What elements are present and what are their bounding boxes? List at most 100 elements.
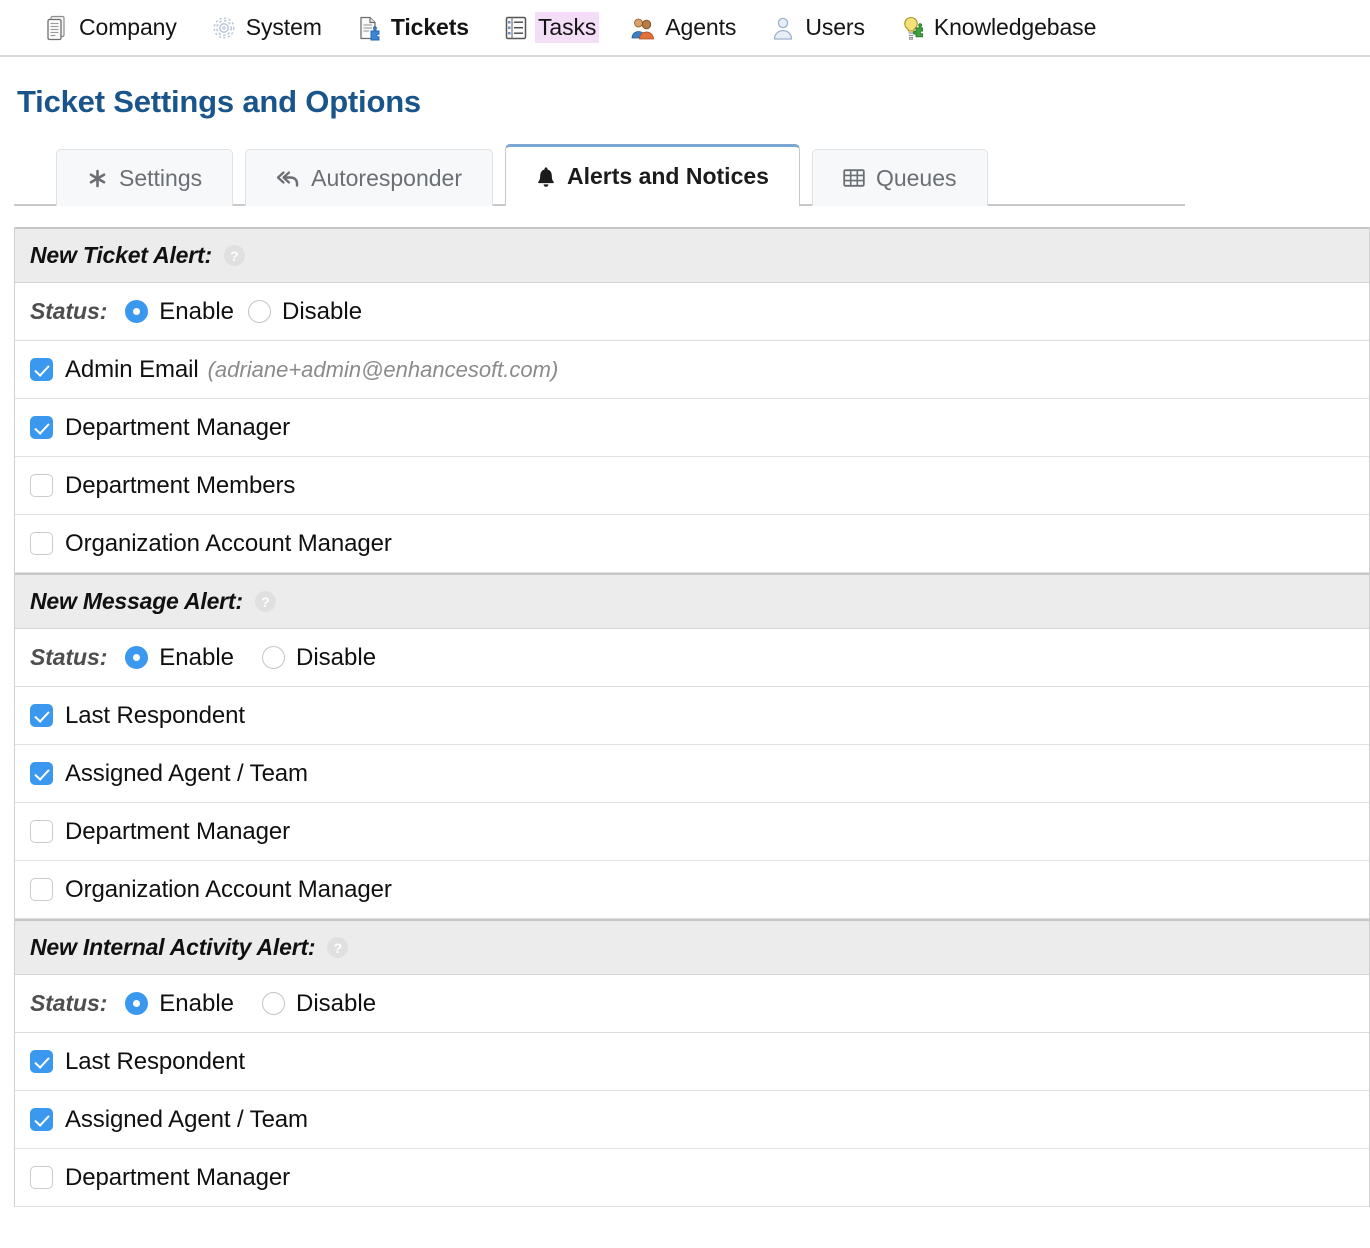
radio-option-disable[interactable]: Disable	[262, 990, 376, 1018]
status-radio-group: Enable Disable	[125, 990, 376, 1018]
nav-item-label: Tickets	[391, 14, 469, 41]
tab-label: Queues	[876, 165, 957, 192]
bell-icon	[536, 166, 556, 188]
checkbox-sublabel: (adriane+admin@enhancesoft.com)	[208, 357, 559, 383]
checkbox-row[interactable]: Department Members	[15, 457, 1369, 515]
radio-button[interactable]	[262, 992, 285, 1015]
section-header: New Ticket Alert:?	[15, 227, 1369, 283]
checkbox-organization-account-manager[interactable]	[30, 878, 53, 901]
tab-label: Alerts and Notices	[567, 163, 769, 190]
grid-table-icon	[843, 168, 865, 188]
section-header: New Message Alert:?	[15, 573, 1369, 629]
checkbox-department-members[interactable]	[30, 474, 53, 497]
checkbox-row[interactable]: Assigned Agent / Team	[15, 745, 1369, 803]
checkbox-department-manager[interactable]	[30, 1166, 53, 1189]
help-icon[interactable]: ?	[255, 591, 276, 612]
nav-item-tickets[interactable]: Tickets	[356, 14, 469, 41]
checkbox-label: Organization Account Manager	[65, 530, 392, 558]
nav-item-label: Agents	[665, 14, 736, 41]
radio-option-label: Disable	[296, 644, 376, 672]
radio-option-label: Enable	[159, 298, 234, 326]
checkbox-department-manager[interactable]	[30, 820, 53, 843]
status-row: Status: Enable Disable	[15, 629, 1369, 687]
nav-item-system[interactable]: System	[211, 14, 322, 41]
radio-option-enable[interactable]: Enable	[125, 644, 234, 672]
radio-button[interactable]	[125, 300, 148, 323]
ticket-page-icon	[356, 15, 382, 41]
checkbox-assigned-agent-team[interactable]	[30, 1108, 53, 1131]
user-silhouette-icon	[770, 15, 796, 41]
asterisk-icon	[87, 168, 108, 189]
checkbox-label: Department Manager	[65, 818, 290, 846]
status-label: Status:	[30, 990, 107, 1017]
checkbox-admin-email[interactable]	[30, 358, 53, 381]
checkbox-row[interactable]: Department Manager	[15, 1149, 1369, 1207]
checkbox-organization-account-manager[interactable]	[30, 532, 53, 555]
checkbox-last-respondent[interactable]	[30, 1050, 53, 1073]
checkbox-row[interactable]: Department Manager	[15, 803, 1369, 861]
nav-item-company[interactable]: Company	[44, 14, 177, 41]
section-title: New Internal Activity Alert:	[30, 934, 315, 961]
checkbox-row[interactable]: Last Respondent	[15, 1033, 1369, 1091]
tab-queues[interactable]: Queues	[812, 149, 988, 206]
agents-people-icon	[630, 15, 656, 41]
checkbox-label: Assigned Agent / Team	[65, 1106, 308, 1134]
checkbox-department-manager[interactable]	[30, 416, 53, 439]
checkbox-assigned-agent-team[interactable]	[30, 762, 53, 785]
reply-all-arrow-icon	[276, 168, 300, 188]
tab-settings[interactable]: Settings	[56, 149, 233, 206]
radio-button[interactable]	[262, 646, 285, 669]
checkbox-row[interactable]: Department Manager	[15, 399, 1369, 457]
checkbox-label: Admin Email	[65, 356, 199, 384]
checkbox-last-respondent[interactable]	[30, 704, 53, 727]
checkbox-label: Last Respondent	[65, 1048, 245, 1076]
section-header: New Internal Activity Alert:?	[15, 919, 1369, 975]
documents-icon	[44, 15, 70, 41]
status-label: Status:	[30, 644, 107, 671]
gear-icon	[211, 15, 237, 41]
tab-autoresponder[interactable]: Autoresponder	[245, 149, 493, 206]
nav-item-label: Tasks	[535, 12, 599, 43]
radio-option-label: Disable	[296, 990, 376, 1018]
status-row: Status: Enable Disable	[15, 283, 1369, 341]
checkbox-label: Department Manager	[65, 1164, 290, 1192]
nav-item-agents[interactable]: Agents	[630, 14, 736, 41]
radio-option-enable[interactable]: Enable	[125, 990, 234, 1018]
tab-alerts-and-notices[interactable]: Alerts and Notices	[505, 144, 800, 206]
radio-option-label: Disable	[282, 298, 362, 326]
checkbox-row[interactable]: Organization Account Manager	[15, 515, 1369, 573]
nav-item-knowledgebase[interactable]: Knowledgebase	[899, 14, 1096, 41]
task-list-icon	[503, 15, 529, 41]
settings-tab-strip: SettingsAutoresponder Alerts and Notices Q…	[0, 144, 1370, 206]
radio-option-enable[interactable]: Enable	[125, 298, 234, 326]
checkbox-label: Organization Account Manager	[65, 876, 392, 904]
status-label: Status:	[30, 298, 107, 325]
nav-item-label: System	[246, 14, 322, 41]
help-icon[interactable]: ?	[224, 245, 245, 266]
checkbox-label: Department Members	[65, 472, 295, 500]
radio-option-disable[interactable]: Disable	[248, 298, 362, 326]
radio-button[interactable]	[125, 992, 148, 1015]
nav-item-label: Company	[79, 14, 177, 41]
status-row: Status: Enable Disable	[15, 975, 1369, 1033]
radio-option-label: Enable	[159, 990, 234, 1018]
nav-item-label: Knowledgebase	[934, 14, 1096, 41]
checkbox-label: Department Manager	[65, 414, 290, 442]
nav-item-tasks[interactable]: Tasks	[503, 14, 596, 41]
page-title: Ticket Settings and Options	[0, 57, 1370, 120]
checkbox-row[interactable]: Organization Account Manager	[15, 861, 1369, 919]
checkbox-label: Last Respondent	[65, 702, 245, 730]
lightbulb-puzzle-icon	[899, 15, 925, 41]
checkbox-row[interactable]: Assigned Agent / Team	[15, 1091, 1369, 1149]
checkbox-row[interactable]: Last Respondent	[15, 687, 1369, 745]
section-title: New Ticket Alert:	[30, 242, 212, 269]
radio-button[interactable]	[125, 646, 148, 669]
alerts-and-notices-table: New Ticket Alert:? Status: Enable Disable Ad…	[14, 227, 1370, 1207]
checkbox-row[interactable]: Admin Email (adriane+admin@enhancesoft.co…	[15, 341, 1369, 399]
radio-option-disable[interactable]: Disable	[262, 644, 376, 672]
radio-button[interactable]	[248, 300, 271, 323]
top-navigation-bar: Company System Tickets Tasks Agents Users Know…	[0, 0, 1370, 57]
nav-item-users[interactable]: Users	[770, 14, 865, 41]
help-icon[interactable]: ?	[327, 937, 348, 958]
section-title: New Message Alert:	[30, 588, 243, 615]
